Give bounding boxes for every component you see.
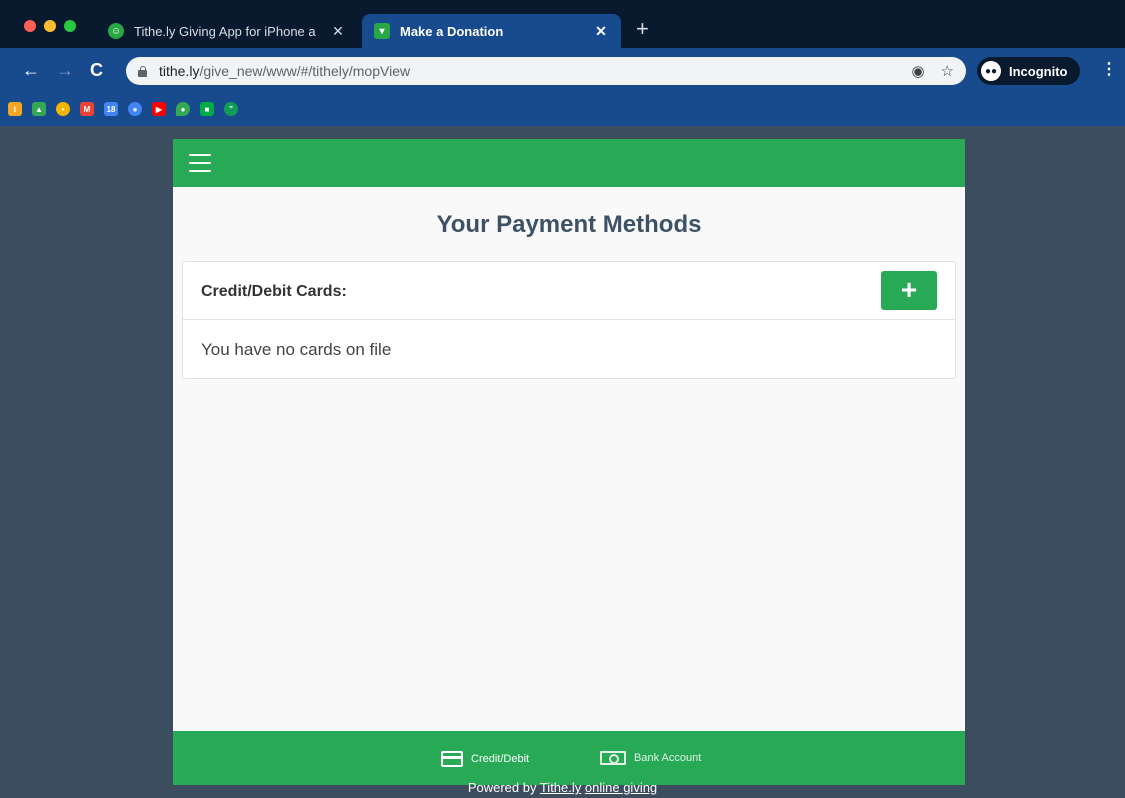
location-icon[interactable]: ◉ <box>911 62 924 80</box>
footer-credit-debit-tab[interactable]: Credit/Debit <box>441 751 529 767</box>
calendar-icon[interactable]: 18 <box>104 102 118 116</box>
donation-favicon-icon: ▾ <box>374 23 390 39</box>
gmail-icon[interactable]: M <box>80 102 94 116</box>
hangouts-icon[interactable]: ” <box>224 102 238 116</box>
powered-by-footer: Powered by Tithe.ly online giving <box>0 780 1125 795</box>
app-header <box>173 139 965 187</box>
address-bar[interactable]: tithe.ly/give_new/www/#/tithely/mopView … <box>126 57 966 85</box>
bookmark-star-icon[interactable]: ☆ <box>941 62 954 80</box>
add-card-button[interactable]: + <box>881 271 937 310</box>
tab-title: Make a Donation <box>400 23 504 39</box>
drive-icon[interactable]: ▲ <box>32 102 46 116</box>
powered-prefix: Powered by <box>467 780 540 795</box>
credit-card-icon <box>441 751 463 767</box>
back-button[interactable]: ← <box>22 58 40 82</box>
footer-bank-account-tab[interactable]: Bank Account <box>600 751 701 765</box>
online-giving-link[interactable]: online giving <box>585 780 657 795</box>
bookmarks-bar: t ▲ • M 18 ● ▶ ● ■ ” <box>0 94 1125 126</box>
incognito-icon: ●● <box>981 61 1001 81</box>
tithely-app: Your Payment Methods Credit/Debit Cards:… <box>173 139 965 785</box>
reload-button[interactable]: C <box>90 58 103 82</box>
lock-icon[interactable] <box>138 65 147 77</box>
app-footer-nav: Credit/Debit Bank Account <box>173 731 965 785</box>
tithely-link[interactable]: Tithe.ly <box>540 780 581 795</box>
url-path: /give_new/www/#/tithely/mopView <box>199 63 411 79</box>
incognito-badge[interactable]: ●● Incognito <box>977 57 1080 85</box>
url-host: tithe.ly <box>159 63 200 79</box>
browser-titlebar: ☺ Tithe.ly Giving App for iPhone a ✕ ▾ M… <box>0 0 1125 48</box>
tab-tithely-app[interactable]: ☺ Tithe.ly Giving App for iPhone a ✕ <box>96 14 358 48</box>
panel-header: Credit/Debit Cards: + <box>183 262 955 320</box>
bank-money-icon <box>600 751 626 765</box>
browser-menu-icon[interactable]: ⋮ <box>1101 60 1117 80</box>
tab-title: Tithe.ly Giving App for iPhone a <box>134 23 316 39</box>
contacts-icon[interactable]: ● <box>128 102 142 116</box>
close-tab-icon[interactable]: ✕ <box>593 23 609 40</box>
bank-account-label: Bank Account <box>634 752 702 764</box>
youtube-icon[interactable]: ▶ <box>152 102 166 116</box>
browser-toolbar: ← → C tithe.ly/give_new/www/#/tithely/mo… <box>0 48 1125 94</box>
credit-debit-label: Credit/Debit <box>471 753 530 765</box>
maximize-window-button[interactable] <box>64 20 76 32</box>
close-tab-icon[interactable]: ✕ <box>330 23 346 40</box>
maps-icon[interactable]: ● <box>176 102 190 116</box>
bookmark-icon[interactable]: t <box>8 102 22 116</box>
new-tab-button[interactable]: + <box>636 18 649 40</box>
tab-make-donation[interactable]: ▾ Make a Donation ✕ <box>362 14 621 48</box>
meet-icon[interactable]: ■ <box>200 102 214 116</box>
tithely-favicon-icon: ☺ <box>108 23 124 39</box>
credit-cards-panel: Credit/Debit Cards: + You have no cards … <box>182 261 956 379</box>
hamburger-menu-icon[interactable] <box>189 154 211 172</box>
page-title: Your Payment Methods <box>436 211 702 238</box>
compass-icon[interactable]: • <box>56 102 70 116</box>
credit-cards-heading: Credit/Debit Cards: <box>201 283 347 300</box>
no-cards-message: You have no cards on file <box>201 340 392 359</box>
forward-button[interactable]: → <box>56 58 74 82</box>
incognito-label: Incognito <box>1009 63 1068 79</box>
minimize-window-button[interactable] <box>44 20 56 32</box>
close-window-button[interactable] <box>24 20 36 32</box>
